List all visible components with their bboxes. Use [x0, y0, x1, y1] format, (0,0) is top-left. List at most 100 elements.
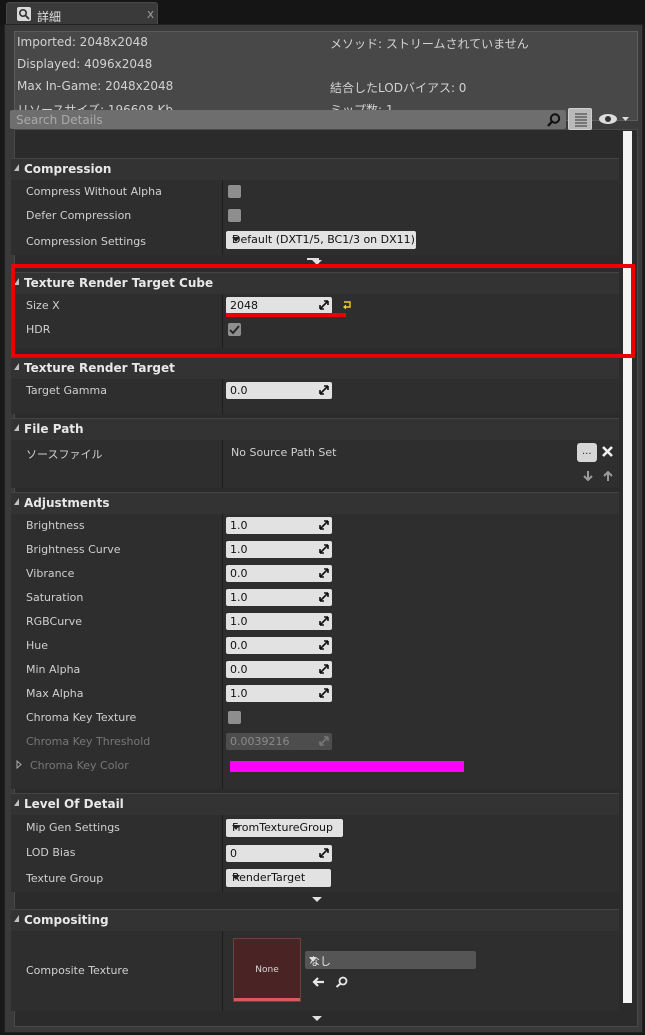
view-list-button[interactable]: [568, 108, 592, 130]
property-label: Max Alpha: [26, 687, 84, 700]
property-label: Compress Without Alpha: [26, 185, 162, 198]
browse-search-icon[interactable]: [335, 976, 348, 988]
column-splitter[interactable]: [222, 514, 223, 538]
collapse-arrow-icon: [14, 424, 19, 431]
rgbcurve-spinbox[interactable]: 1.0: [226, 613, 332, 630]
column-splitter[interactable]: [222, 379, 223, 414]
saturation-spinbox[interactable]: 1.0: [226, 589, 332, 606]
chevron-down-icon: [309, 957, 317, 962]
column-splitter[interactable]: [222, 815, 223, 840]
lod-bias-spinbox[interactable]: 0: [226, 845, 332, 862]
column-splitter[interactable]: [222, 865, 223, 892]
tab-label: 詳細: [37, 10, 62, 24]
clear-x-icon[interactable]: [601, 445, 614, 458]
composite-texture-thumbnail[interactable]: None: [233, 938, 301, 1002]
highlight-underline: [226, 313, 346, 317]
magnifier-icon: [17, 7, 31, 21]
tab-close-button[interactable]: x: [147, 7, 154, 21]
spinbox-value: 0: [230, 847, 237, 860]
info-imported: Imported: 2048x2048: [17, 35, 148, 49]
column-splitter[interactable]: [222, 204, 223, 228]
expand-advanced-icon[interactable]: [312, 1016, 322, 1021]
expand-advanced-icon[interactable]: [312, 897, 322, 902]
defer-compression-checkbox[interactable]: [228, 209, 241, 222]
category-file-path[interactable]: File Path: [11, 418, 619, 440]
texture-group-dropdown[interactable]: RenderTarget: [226, 869, 331, 887]
brightness-spinbox[interactable]: 1.0: [226, 517, 332, 534]
column-splitter[interactable]: [222, 610, 223, 634]
spinbox-value: 1.0: [230, 519, 248, 532]
drag-resize-icon: [319, 520, 329, 530]
composite-texture-asset-dropdown[interactable]: なし: [305, 951, 476, 969]
category-level-of-detail[interactable]: Level Of Detail: [11, 793, 619, 815]
column-splitter[interactable]: [222, 180, 223, 204]
column-splitter[interactable]: [222, 754, 223, 789]
vibrance-spinbox[interactable]: 0.0: [226, 565, 332, 582]
arrow-down-icon[interactable]: [582, 470, 594, 482]
hue-spinbox[interactable]: 0.0: [226, 637, 332, 654]
spinbox-value: 0.0: [230, 663, 248, 676]
column-splitter[interactable]: [222, 706, 223, 730]
category-adjustments[interactable]: Adjustments: [11, 492, 619, 514]
collapse-arrow-icon: [14, 498, 19, 505]
eye-visibility-icon[interactable]: [598, 111, 630, 127]
row-hue: Hue 0.0: [11, 634, 619, 658]
texture-info-box: Imported: 2048x2048 Displayed: 4096x2048…: [14, 31, 638, 121]
row-lod-bias: LOD Bias 0: [11, 840, 619, 865]
info-max-in-game: Max In-Game: 2048x2048: [17, 79, 174, 93]
brightness-curve-spinbox[interactable]: 1.0: [226, 541, 332, 558]
spinbox-value: 0.0: [230, 567, 248, 580]
use-selected-arrow-icon[interactable]: [312, 976, 325, 988]
tab-details[interactable]: 詳細 x: [6, 2, 158, 26]
column-splitter[interactable]: [222, 658, 223, 682]
compress-without-alpha-checkbox[interactable]: [228, 185, 241, 198]
category-title: Compositing: [24, 913, 109, 927]
drag-resize-icon: [319, 664, 329, 674]
spinbox-value: 0.0: [230, 639, 248, 652]
column-splitter[interactable]: [222, 931, 223, 1011]
browse-button[interactable]: ...: [577, 443, 597, 462]
expand-arrow-icon[interactable]: [16, 760, 22, 769]
row-texture-group: Texture Group RenderTarget: [11, 865, 619, 892]
target-gamma-spinbox[interactable]: 0.0: [226, 382, 332, 399]
collapse-arrow-icon: [14, 799, 19, 806]
property-label: RGBCurve: [26, 615, 82, 628]
column-splitter[interactable]: [222, 228, 223, 255]
chroma-key-texture-checkbox[interactable]: [228, 711, 241, 724]
row-max-alpha: Max Alpha 1.0: [11, 682, 619, 706]
max-alpha-spinbox[interactable]: 1.0: [226, 685, 332, 702]
spinbox-value: 1.0: [230, 543, 248, 556]
row-chroma-key-texture: Chroma Key Texture: [11, 706, 619, 730]
search-icon[interactable]: [546, 112, 562, 128]
property-label: Composite Texture: [26, 964, 129, 977]
property-label: Saturation: [26, 591, 84, 604]
thumbnail-label: None: [255, 965, 279, 975]
category-compression[interactable]: Compression: [11, 158, 619, 180]
arrow-up-icon[interactable]: [602, 470, 614, 482]
row-compression-settings: Compression Settings Default (DXT1/5, BC…: [11, 228, 619, 255]
drag-resize-icon: [319, 385, 329, 395]
property-label: Mip Gen Settings: [26, 821, 120, 834]
scrollbar[interactable]: [623, 131, 632, 1003]
search-input[interactable]: Search Details: [10, 110, 566, 129]
spinbox-value: 1.0: [230, 591, 248, 604]
chevron-down-icon: [232, 825, 240, 830]
column-splitter[interactable]: [222, 440, 223, 488]
property-label: ソースファイル: [26, 448, 103, 461]
chroma-key-color-swatch[interactable]: [230, 761, 464, 772]
column-splitter[interactable]: [222, 840, 223, 865]
info-displayed: Displayed: 4096x2048: [17, 57, 153, 71]
category-texture-render-target[interactable]: Texture Render Target: [11, 357, 619, 379]
property-label: Defer Compression: [26, 209, 132, 222]
column-splitter[interactable]: [222, 682, 223, 706]
mip-gen-settings-dropdown[interactable]: FromTextureGroup: [226, 819, 343, 837]
min-alpha-spinbox[interactable]: 0.0: [226, 661, 332, 678]
row-composite-texture: Composite Texture: [11, 931, 619, 1011]
column-splitter[interactable]: [222, 538, 223, 562]
compression-settings-dropdown[interactable]: Default (DXT1/5, BC1/3 on DX11): [226, 231, 416, 249]
column-splitter[interactable]: [222, 562, 223, 586]
column-splitter[interactable]: [222, 730, 223, 754]
column-splitter[interactable]: [222, 634, 223, 658]
column-splitter[interactable]: [222, 586, 223, 610]
category-compositing[interactable]: Compositing: [11, 909, 619, 931]
